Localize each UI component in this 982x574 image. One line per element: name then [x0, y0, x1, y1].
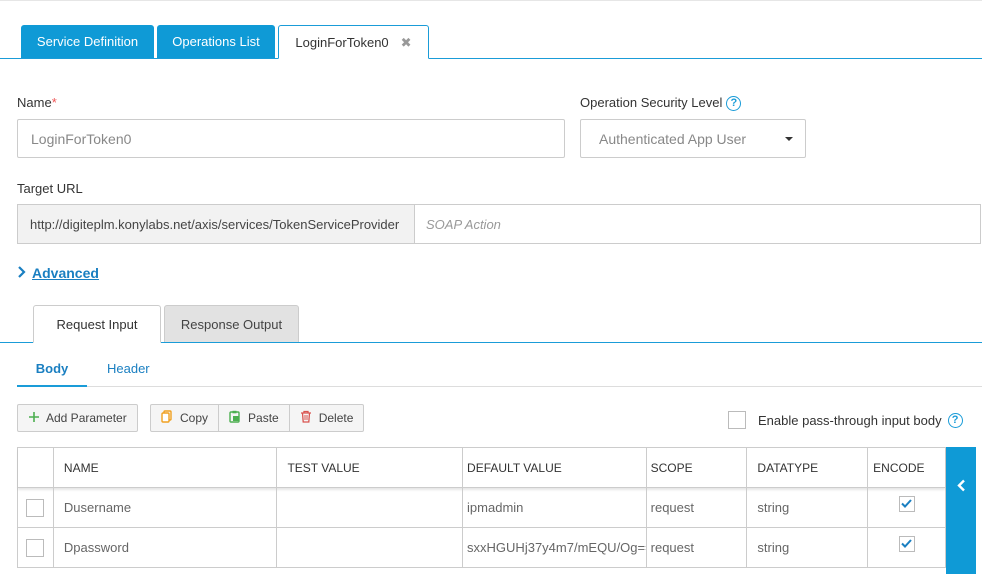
checkmark-icon — [901, 539, 912, 548]
side-panel-toggle[interactable] — [946, 447, 976, 574]
row-select — [18, 488, 54, 527]
param-scope[interactable]: request — [647, 488, 748, 527]
paste-icon — [229, 410, 241, 426]
security-level-select[interactable]: Authenticated App User — [580, 119, 806, 158]
advanced-toggle[interactable]: Advanced — [17, 265, 99, 281]
tab-label: Body — [35, 361, 69, 376]
tab-label: Response Output — [180, 317, 283, 332]
clipboard-button-group: Copy Paste Delete — [150, 404, 365, 432]
param-scope[interactable]: request — [647, 528, 748, 567]
soap-action-placeholder: SOAP Action — [426, 216, 501, 232]
add-parameter-label: Add Parameter — [46, 411, 127, 425]
encode-checkbox[interactable] — [898, 495, 915, 512]
delete-button[interactable]: Delete — [290, 405, 364, 431]
tabs-baseline — [0, 58, 982, 59]
delete-label: Delete — [318, 411, 354, 425]
param-encode — [868, 528, 945, 567]
tab-operations-list[interactable]: Operations List — [157, 25, 275, 59]
param-default-value[interactable]: ipmadmin — [463, 488, 647, 527]
column-header-default-value[interactable]: DEFAULT VALUE — [463, 448, 647, 487]
name-input[interactable]: LoginForToken0 — [17, 119, 565, 158]
row-select — [18, 528, 54, 567]
advanced-label: Advanced — [32, 265, 99, 281]
tab-label: Header — [107, 361, 150, 376]
tab-label: LoginForToken0 — [295, 35, 389, 50]
passthrough-option: Enable pass-through input body ? — [728, 411, 963, 429]
checkmark-icon — [901, 499, 912, 508]
plus-icon — [28, 411, 40, 426]
soap-action-input[interactable]: SOAP Action — [415, 205, 501, 243]
param-datatype[interactable]: string — [747, 528, 869, 567]
copy-icon — [161, 410, 173, 426]
top-divider — [0, 0, 982, 1]
name-label: Name* — [17, 95, 57, 110]
tab-service-definition[interactable]: Service Definition — [21, 25, 154, 59]
table-row[interactable]: Dpassword sxxHGUHj37y4m7/mEQU/Og== reque… — [18, 528, 945, 568]
chevron-left-icon — [956, 479, 966, 574]
param-datatype[interactable]: string — [747, 488, 869, 527]
passthrough-checkbox[interactable] — [728, 411, 746, 429]
encode-checkbox[interactable] — [898, 535, 915, 552]
security-level-label: Operation Security Level? — [580, 95, 742, 112]
passthrough-label: Enable pass-through input body — [758, 412, 942, 428]
tab-label: Request Input — [56, 317, 138, 332]
param-default-value[interactable]: sxxHGUHj37y4m7/mEQU/Og== — [463, 528, 647, 567]
tab-request-input[interactable]: Request Input — [33, 305, 161, 343]
caret-down-icon — [785, 136, 793, 141]
tab-label: Service Definition — [36, 34, 139, 49]
table-header-row: NAME TEST VALUE DEFAULT VALUE SCOPE DATA… — [18, 448, 945, 488]
column-header-encode[interactable]: ENCODE — [868, 448, 945, 487]
chevron-right-icon — [17, 265, 26, 281]
tab-login-for-token[interactable]: LoginForToken0 ✖ — [278, 25, 429, 59]
service-tabs: Service Definition Operations List Login… — [0, 25, 982, 59]
add-parameter-button[interactable]: Add Parameter — [17, 404, 138, 432]
target-url-label: Target URL — [17, 181, 83, 196]
column-header-datatype[interactable]: DATATYPE — [747, 448, 869, 487]
security-level-value: Authenticated App User — [599, 130, 747, 147]
help-icon[interactable]: ? — [947, 412, 963, 428]
target-url-group: http://digiteplm.konylabs.net/axis/servi… — [17, 204, 981, 244]
trash-icon — [300, 410, 312, 426]
column-header-name[interactable]: NAME — [54, 448, 278, 487]
copy-label: Copy — [180, 411, 209, 425]
target-url-value: http://digiteplm.konylabs.net/axis/servi… — [30, 216, 400, 232]
row-checkbox[interactable] — [26, 538, 45, 557]
tab-label: Operations List — [172, 34, 260, 49]
parameters-table: NAME TEST VALUE DEFAULT VALUE SCOPE DATA… — [17, 447, 946, 568]
body-header-tabs: Body Header — [17, 355, 982, 387]
table-row[interactable]: Dusername ipmadmin request string — [18, 488, 945, 528]
io-tabs: Request Input Response Output — [0, 305, 982, 343]
tab-body[interactable]: Body — [17, 361, 87, 387]
tab-response-output[interactable]: Response Output — [164, 305, 299, 343]
param-encode — [868, 488, 945, 527]
column-header-test-value[interactable]: TEST VALUE — [277, 448, 464, 487]
param-test-value[interactable] — [277, 528, 464, 567]
param-name[interactable]: Dpassword — [54, 528, 278, 567]
help-icon[interactable]: ? — [726, 96, 742, 112]
column-header-scope[interactable]: SCOPE — [647, 448, 748, 487]
row-checkbox[interactable] — [26, 498, 45, 517]
copy-button[interactable]: Copy — [151, 405, 220, 431]
tab-header[interactable]: Header — [107, 361, 150, 376]
name-input-value: LoginForToken0 — [31, 130, 132, 147]
param-test-value[interactable] — [277, 488, 464, 527]
paste-button[interactable]: Paste — [219, 405, 290, 431]
paste-label: Paste — [248, 411, 279, 425]
header-select — [18, 448, 54, 487]
param-name[interactable]: Dusername — [54, 488, 278, 527]
required-marker: * — [51, 95, 57, 110]
close-icon[interactable]: ✖ — [401, 35, 412, 50]
target-url-input[interactable]: http://digiteplm.konylabs.net/axis/servi… — [18, 205, 415, 243]
